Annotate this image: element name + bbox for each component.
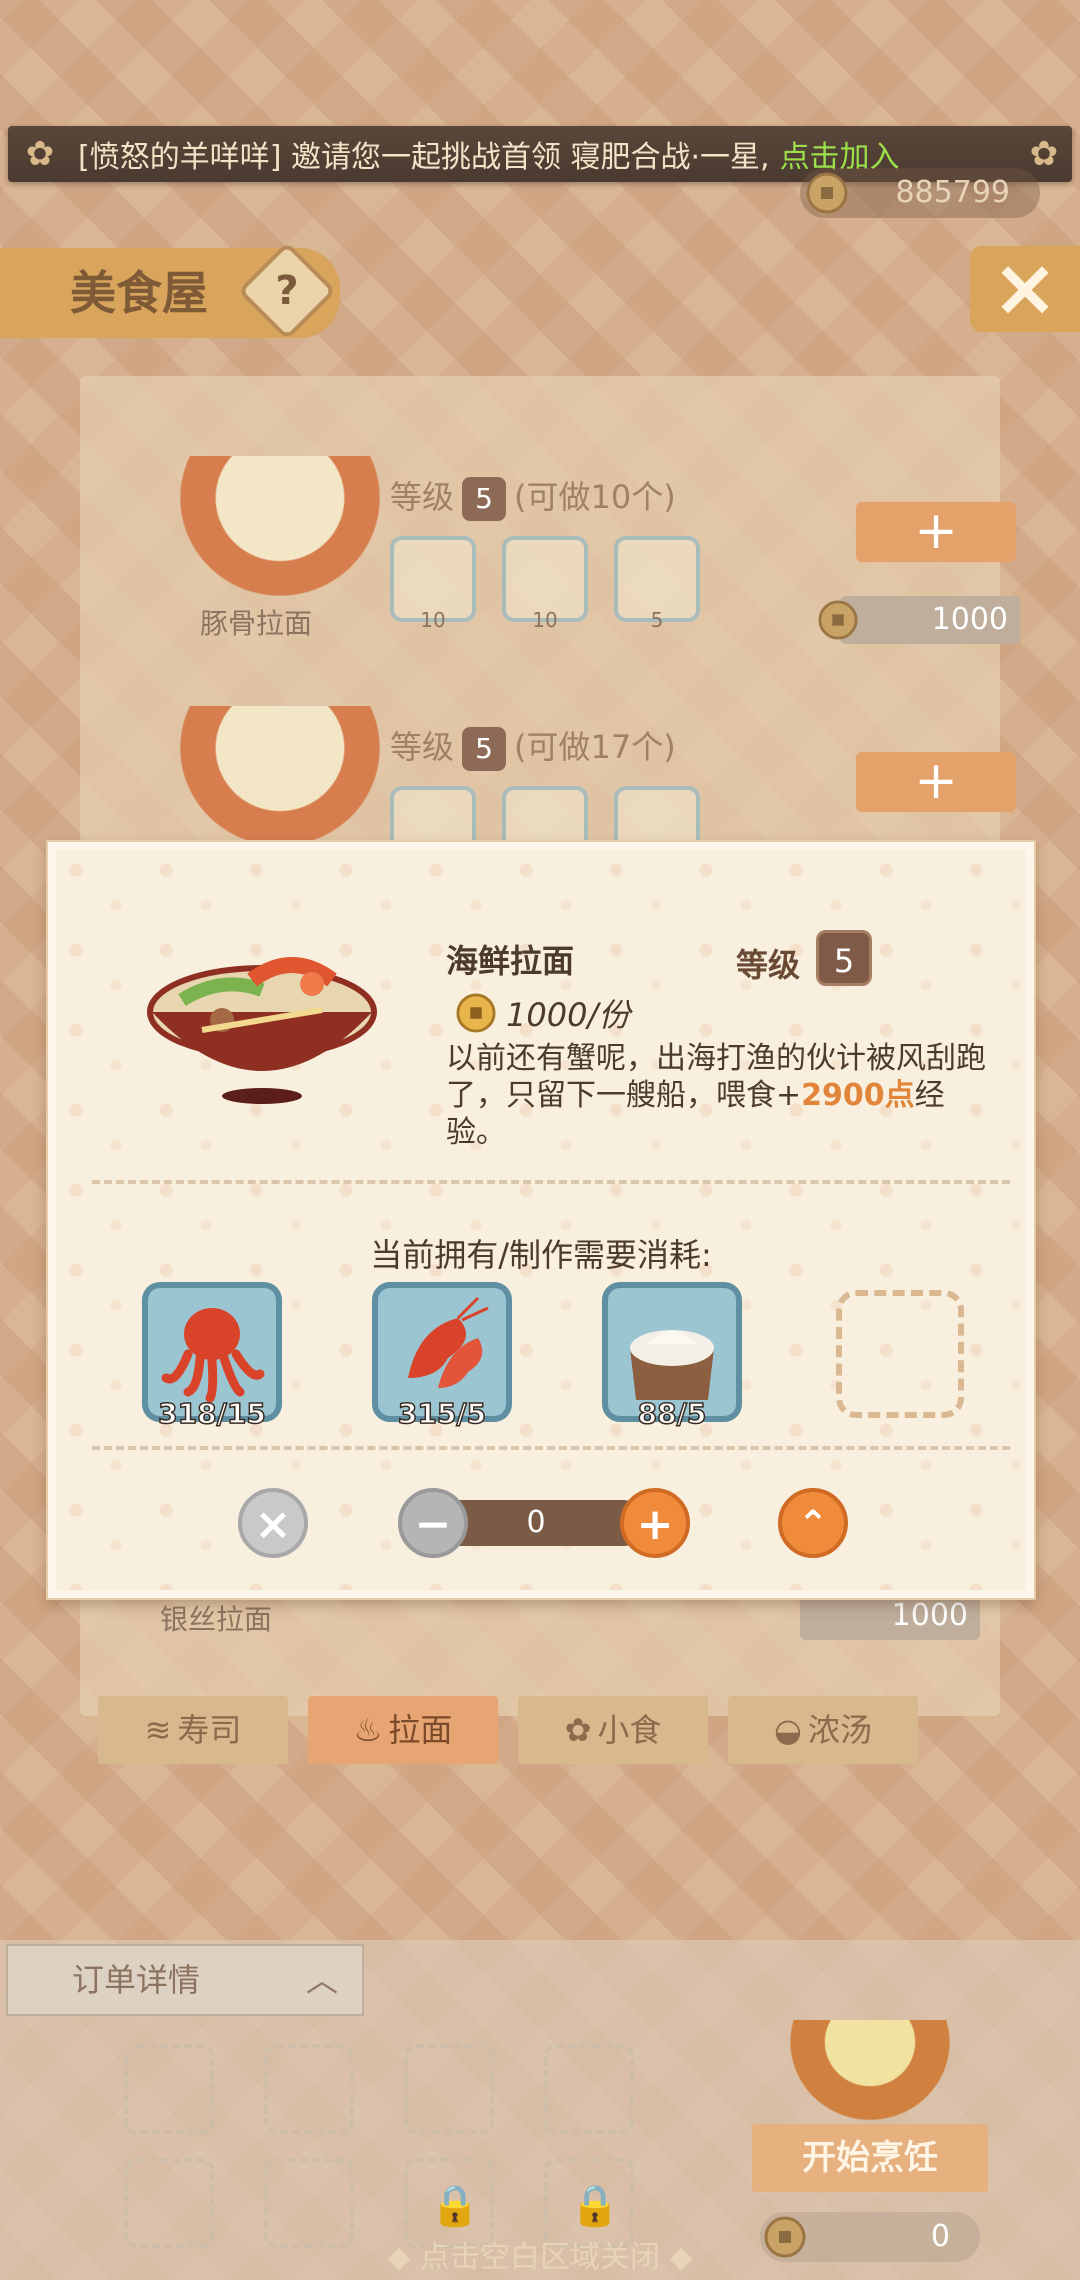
max-quantity-button[interactable]: ⌃ [778, 1488, 848, 1558]
recipe-level: 等级 5 (可做17个) [390, 722, 676, 771]
flower-icon: ✿ [25, 134, 55, 174]
level-badge: 5 [816, 930, 872, 986]
order-details-toggle[interactable]: 订单详情 ︿ [6, 1944, 364, 2016]
ingredient-count: 10 [532, 608, 558, 632]
category-tabs: ≋ 寿司 ♨ 拉面 ✿ 小食 ◒ 浓汤 [98, 1696, 918, 1764]
ingredient-count: 318/15 [157, 1396, 266, 1431]
recipe-cost: 1000 [818, 596, 1020, 644]
ingredient-slot-flour[interactable]: 88/5 [602, 1282, 742, 1431]
coin-icon [806, 172, 848, 214]
makeable-count: (可做17个) [514, 728, 676, 766]
level-label: 等级 [736, 946, 801, 984]
close-icon: × [254, 1499, 292, 1550]
ingredient-slot-empty [836, 1290, 964, 1418]
lock-icon: 🔒 [570, 2183, 620, 2229]
lock-icon: 🔒 [430, 2183, 480, 2229]
ingredient-count: 5 [650, 608, 664, 632]
level-badge: 5 [462, 727, 507, 771]
banner-message: [愤怒的羊咩咩] 邀请您一起挑战首领 寝肥合战·一星, [78, 140, 770, 175]
makeable-count: (可做10个) [514, 478, 676, 516]
level-badge: 5 [462, 477, 507, 521]
ingredients-heading: 当前拥有/制作需要消耗: [370, 1236, 712, 1274]
level-label: 等级 [390, 478, 455, 516]
coin-balance-value: 885799 [895, 175, 1010, 210]
chevron-up-icon: ︿ [305, 1961, 338, 1999]
ingredient-slot-shrimp[interactable]: 315/5 [372, 1282, 512, 1431]
ramen-bowl-icon [180, 706, 380, 846]
divider [92, 1180, 1010, 1184]
recipe-row[interactable]: 豚骨拉面 等级 5 (可做10个) 10 10 5 + 1000 [120, 396, 1020, 644]
recipe-cost: 1000 [800, 1592, 980, 1640]
ingredient-count: 10 [420, 608, 446, 632]
minus-icon: − [414, 1499, 452, 1550]
recipe-cost-value: 1000 [891, 1598, 968, 1633]
tab-label: 浓汤 [807, 1711, 872, 1749]
ramen-bowl-icon [180, 456, 380, 596]
double-chevron-up-icon: ⌃ [797, 1504, 829, 1545]
dish-name: 海鲜拉面 [446, 942, 575, 980]
ramen-icon: ♨ [353, 1711, 383, 1749]
tab-label: 小食 [597, 1711, 662, 1749]
recipe-cost-value: 1000 [931, 602, 1008, 637]
exp-value: 2900点 [801, 1078, 915, 1113]
order-slot[interactable] [264, 2044, 354, 2134]
tab-label: 拉面 [388, 1711, 453, 1749]
ingredient-count: 315/5 [397, 1396, 487, 1431]
level-label: 等级 [390, 728, 455, 766]
price-value: 1000/份 [506, 996, 631, 1034]
price-row: 1000/份 [456, 990, 630, 1036]
ingredient-slot: 10 [502, 536, 588, 632]
tab-label: 寿司 [177, 1711, 242, 1749]
divider [92, 1446, 1010, 1450]
order-slot[interactable] [404, 2044, 494, 2134]
add-button[interactable]: + [856, 502, 1016, 562]
ingredient-count: 88/5 [637, 1396, 707, 1431]
coin-balance: 885799 [800, 168, 1040, 218]
coin-icon [818, 600, 858, 640]
ingredient-slot-octopus[interactable]: 318/15 [142, 1282, 282, 1431]
order-slot[interactable] [124, 2044, 214, 2134]
dish-description: 以前还有蟹呢，出海打渔的伙计被风刮跑了，只留下一艘船，喂食+2900点经验。 [446, 1040, 986, 1151]
decrease-button[interactable]: − [398, 1488, 468, 1558]
coin-icon [456, 993, 496, 1033]
tab-soup[interactable]: ◒ 浓汤 [728, 1696, 918, 1764]
recipe-detail-modal[interactable]: 海鲜拉面 等级 5 1000/份 以前还有蟹呢，出海打渔的伙计被风刮跑了，只留下… [46, 840, 1036, 1600]
close-button[interactable]: × [970, 246, 1080, 332]
recipe-name: 豚骨拉面 [200, 607, 313, 640]
snack-icon: ✿ [564, 1711, 592, 1749]
plus-icon: + [636, 1499, 674, 1550]
tab-sushi[interactable]: ≋ 寿司 [98, 1696, 288, 1764]
add-button[interactable]: + [856, 752, 1016, 812]
cancel-button[interactable]: × [238, 1488, 308, 1558]
recipe-level: 等级 5 (可做10个) [390, 472, 676, 521]
cooking-pot-icon [780, 2020, 960, 2130]
increase-button[interactable]: + [620, 1488, 690, 1558]
close-icon: × [991, 241, 1059, 334]
order-slot[interactable] [544, 2044, 634, 2134]
tab-ramen[interactable]: ♨ 拉面 [308, 1696, 498, 1764]
soup-icon: ◒ [774, 1711, 802, 1749]
page-title-text: 美食屋 [70, 266, 208, 320]
sushi-icon: ≋ [144, 1711, 172, 1749]
close-hint: ◆ 点击空白区域关闭 ◆ [387, 2240, 693, 2275]
seafood-ramen-bowl-icon [147, 957, 377, 1104]
recipe-name: 银丝拉面 [160, 1603, 273, 1636]
ingredient-slot: 10 [390, 536, 476, 632]
ingredient-slot: 5 [614, 536, 700, 632]
question-icon: ? [275, 268, 299, 314]
flower-icon: ✿ [1029, 134, 1059, 174]
tab-snack[interactable]: ✿ 小食 [518, 1696, 708, 1764]
start-cooking-button[interactable]: 开始烹饪 [752, 2124, 988, 2192]
order-title: 订单详情 [72, 1961, 201, 1999]
